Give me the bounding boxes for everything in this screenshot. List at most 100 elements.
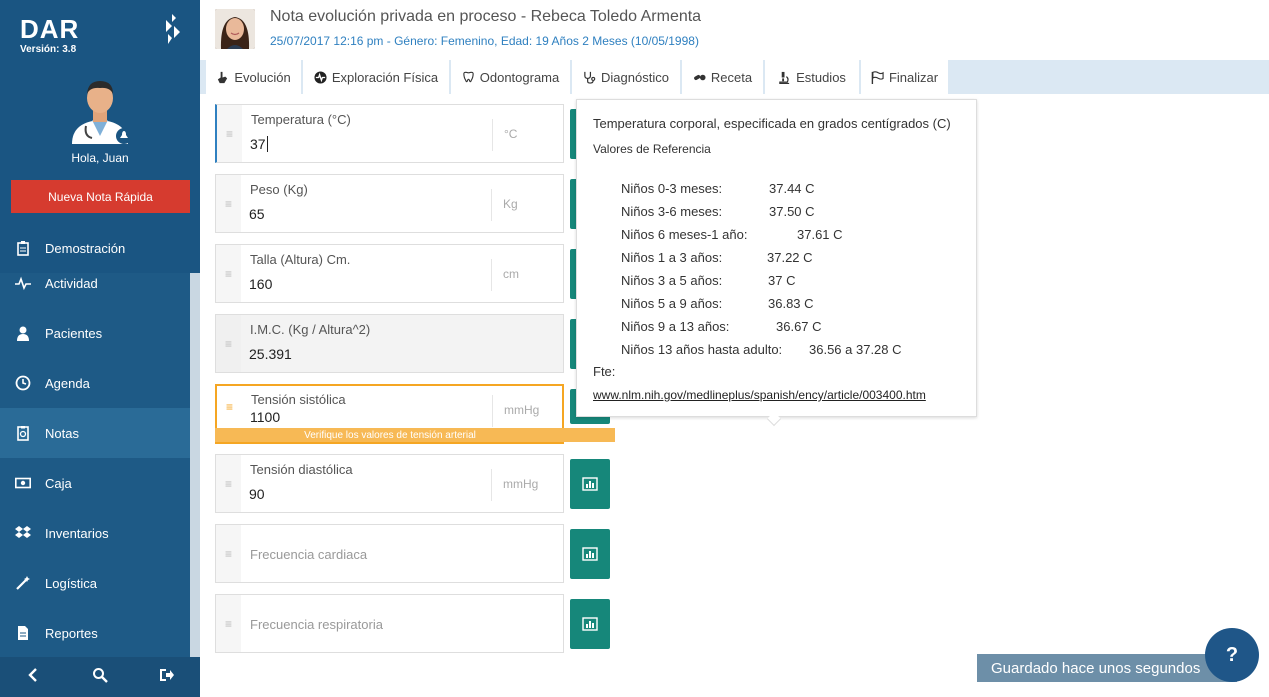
reference-value: 37.61 C — [797, 227, 843, 242]
sidebar-item-caja[interactable]: Caja — [0, 458, 190, 508]
respiratory-rate-input[interactable]: Frecuencia respiratoria — [250, 617, 383, 632]
diastolic-chart-button[interactable] — [570, 459, 610, 509]
tab-finalizar[interactable]: Finalizar — [861, 60, 949, 94]
source-label: Fte: — [593, 364, 616, 379]
reference-row: Niños 13 años hasta adulto: 36.56 a 37.2… — [621, 342, 902, 357]
tab-estudios[interactable]: Estudios — [765, 60, 860, 94]
drag-handle-icon[interactable]: ≡ — [216, 175, 241, 232]
drag-handle-icon[interactable]: ≡ — [216, 315, 241, 372]
tab-odontograma[interactable]: Odontograma — [451, 60, 571, 94]
sidebar-item-agenda[interactable]: Agenda — [0, 358, 190, 408]
height-field[interactable]: ≡ Talla (Altura) Cm. 160 cm — [215, 244, 564, 303]
tab-evolucion[interactable]: Evolución — [206, 60, 302, 94]
tooltip-caret — [766, 411, 782, 427]
drag-handle-icon[interactable]: ≡ — [217, 105, 242, 162]
tab-label: Odontograma — [479, 69, 560, 85]
app-version: Versión: 3.8 — [20, 44, 77, 55]
drag-handle-icon[interactable]: ≡ — [217, 386, 242, 428]
notes-icon — [0, 425, 45, 441]
document-icon — [0, 625, 45, 641]
bar-chart-icon — [582, 547, 598, 561]
sidebar-footer — [0, 657, 200, 697]
tooltip-heading: Valores de Referencia — [593, 142, 711, 156]
logout-icon[interactable] — [159, 667, 175, 688]
sidebar-item-pacientes[interactable]: Pacientes — [0, 308, 190, 358]
field-label: Talla (Altura) Cm. — [250, 252, 351, 267]
reference-value: 37.44 C — [769, 181, 815, 196]
field-label: I.M.C. (Kg / Altura^2) — [250, 322, 371, 337]
tooth-icon — [463, 71, 474, 82]
search-icon[interactable] — [92, 667, 108, 688]
temperature-input[interactable]: 37 — [250, 136, 268, 152]
reference-label: Niños 9 a 13 años: — [621, 319, 730, 334]
bar-chart-icon — [582, 617, 598, 631]
flag-icon — [871, 70, 884, 84]
drag-handle-icon[interactable]: ≡ — [216, 455, 241, 512]
height-input[interactable]: 160 — [249, 276, 479, 292]
sidebar-item-logistica[interactable]: Logística — [0, 558, 190, 608]
respiratory-rate-field[interactable]: ≡ Frecuencia respiratoria — [215, 594, 564, 653]
weight-input[interactable]: 65 — [249, 206, 479, 222]
tab-diagnostico[interactable]: Diagnóstico — [572, 60, 681, 94]
tab-receta[interactable]: Receta — [682, 60, 764, 94]
sidebar-item-label: Agenda — [45, 375, 90, 391]
sidebar-item-label: Logística — [45, 575, 98, 591]
page-title: Nota evolución privada en proceso - Rebe… — [270, 8, 702, 25]
temperature-field[interactable]: ≡ Temperatura (°C) 37 °C — [215, 104, 564, 163]
reference-row: Niños 5 a 9 años: 36.83 C — [621, 296, 814, 311]
reference-value: 37.50 C — [769, 204, 815, 219]
doctor-avatar-icon — [72, 81, 130, 144]
app-logo: DAR — [20, 14, 80, 44]
patient-details: 25/07/2017 12:16 pm - Género: Femenino, … — [270, 34, 699, 48]
reference-label: Niños 13 años hasta adulto: — [621, 342, 783, 357]
field-label: Tensión diastólica — [250, 462, 353, 477]
reference-value: 37.22 C — [767, 250, 813, 265]
patient-photo — [215, 9, 255, 49]
systolic-input[interactable]: 1100 — [250, 409, 480, 425]
help-button[interactable]: ? — [1205, 628, 1259, 682]
chevron-left-icon[interactable] — [25, 667, 41, 688]
sidebar: DAR Versión: 3.8 Hola, Juan Nueva Nota R… — [0, 0, 200, 697]
tab-label: Diagnóstico — [601, 69, 669, 85]
quick-note-button[interactable]: Nueva Nota Rápida — [11, 180, 190, 213]
sidebar-header: DAR Versión: 3.8 Hola, Juan Nueva Nota R… — [0, 0, 200, 273]
diastolic-field[interactable]: ≡ Tensión diastólica 90 mmHg — [215, 454, 564, 513]
sidebar-item-reportes[interactable]: Reportes — [0, 608, 190, 658]
user-greeting: Hola, Juan — [71, 151, 129, 165]
heart-rate-chart-button[interactable] — [570, 529, 610, 579]
reference-value: 36.56 a 37.28 C — [809, 342, 902, 357]
unit-label: Kg — [491, 189, 564, 221]
pulse-icon — [0, 275, 45, 291]
heart-rate-input[interactable]: Frecuencia cardiaca — [250, 547, 367, 562]
respiratory-rate-chart-button[interactable] — [570, 599, 610, 649]
weight-field[interactable]: ≡ Peso (Kg) 65 Kg — [215, 174, 564, 233]
sidebar-item-notas[interactable]: Notas — [0, 408, 190, 458]
drag-handle-icon[interactable]: ≡ — [216, 245, 241, 302]
sidebar-item-label: Pacientes — [45, 325, 103, 341]
diastolic-input[interactable]: 90 — [249, 486, 479, 502]
sidebar-scrollbar[interactable] — [190, 273, 200, 657]
field-label: Temperatura (°C) — [251, 112, 351, 127]
reference-value: 36.67 C — [776, 319, 822, 334]
reference-row: Niños 1 a 3 años: 37.22 C — [621, 250, 813, 265]
reference-value: 36.83 C — [768, 296, 814, 311]
source-link[interactable]: www.nlm.nih.gov/medlineplus/spanish/ency… — [593, 388, 926, 402]
dropbox-icon — [0, 525, 45, 541]
sidebar-item-actividad[interactable]: Actividad — [0, 258, 190, 308]
heart-rate-field[interactable]: ≡ Frecuencia cardiaca — [215, 524, 564, 583]
reference-tooltip: Temperatura corporal, especificada en gr… — [576, 99, 977, 427]
sidebar-item-label: Reportes — [45, 625, 98, 641]
bar-chart-icon — [582, 477, 598, 491]
reference-label: Niños 3 a 5 años: — [621, 273, 723, 288]
heartbeat-icon — [314, 70, 327, 84]
drag-handle-icon[interactable]: ≡ — [216, 525, 241, 582]
sidebar-item-inventarios[interactable]: Inventarios — [0, 508, 190, 558]
unit-label: °C — [492, 119, 565, 151]
reference-row: Niños 3-6 meses: 37.50 C — [621, 204, 815, 219]
drag-handle-icon[interactable]: ≡ — [216, 595, 241, 652]
systolic-warning: Verifique los valores de tensión arteria… — [215, 428, 615, 442]
sidebar-item-label: Actividad — [45, 275, 98, 291]
tab-label: Finalizar — [888, 69, 939, 85]
tab-exploracion-fisica[interactable]: Exploración Física — [303, 60, 450, 94]
reference-row: Niños 9 a 13 años: 36.67 C — [621, 319, 822, 334]
